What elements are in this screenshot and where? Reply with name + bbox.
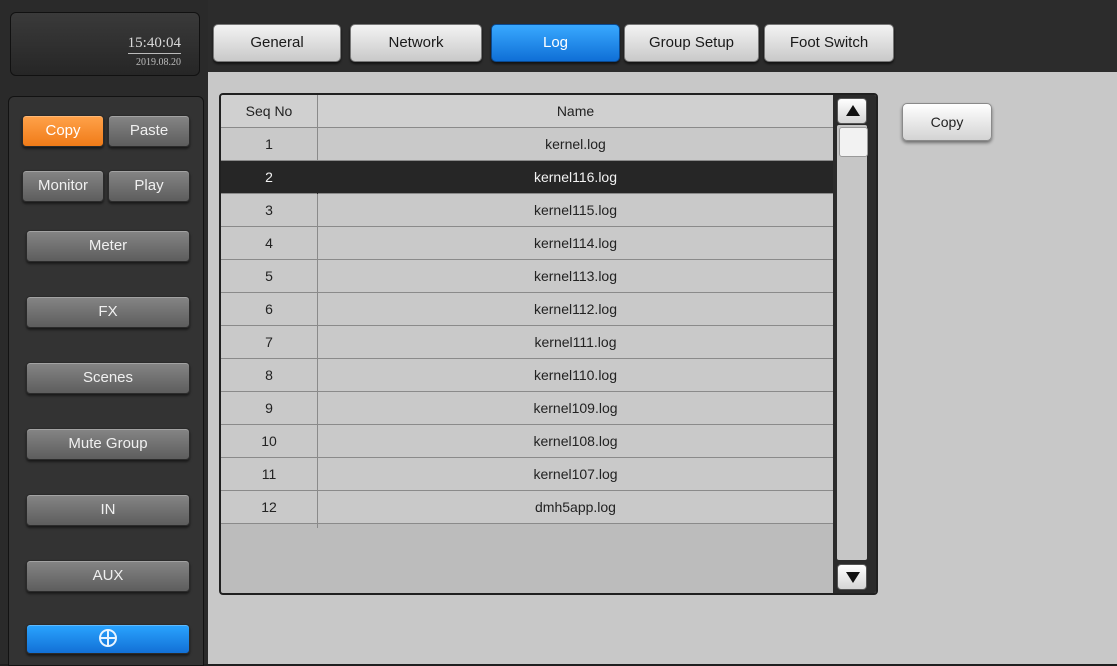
cell-seq: 12 [261, 499, 277, 515]
vertical-scrollbar[interactable] [833, 95, 876, 593]
cell-name: dmh5app.log [535, 499, 616, 515]
sidebar-paste-button[interactable]: Paste [108, 115, 190, 147]
home-button[interactable] [26, 624, 190, 654]
sidebar-play-button[interactable]: Play [108, 170, 190, 202]
clock-date: 2019.08.20 [136, 57, 181, 68]
sidebar-monitor-button[interactable]: Monitor [22, 170, 104, 202]
sidebar-fx-button[interactable]: FX [26, 296, 190, 328]
tab-bar: General Network Log Group Setup Foot Swi… [208, 0, 1117, 72]
tab-group-setup[interactable]: Group Setup [624, 24, 759, 62]
cell-seq: 7 [265, 334, 273, 350]
cell-name: kernel113.log [533, 268, 618, 284]
table-row[interactable]: 7 kernel111.log [221, 326, 833, 359]
cell-name: kernel112.log [533, 301, 618, 317]
cell-seq: 9 [265, 400, 273, 416]
main-content: Seq No Name 1 kernel.log 2 kernel116.log… [208, 72, 1117, 664]
cell-name: kernel116.log [533, 169, 618, 185]
table-row[interactable]: 10 kernel108.log [221, 425, 833, 458]
clock-display: 15:40:04 2019.08.20 [10, 12, 200, 76]
sidebar-copy-button[interactable]: Copy [22, 115, 104, 147]
scroll-thumb[interactable] [839, 127, 868, 157]
arrow-down-icon [846, 572, 860, 583]
sidebar-mute-group-button[interactable]: Mute Group [26, 428, 190, 460]
header-name[interactable]: Name [318, 95, 833, 127]
cell-seq: 1 [265, 136, 273, 152]
scroll-track[interactable] [837, 125, 867, 560]
cell-name: kernel108.log [533, 433, 618, 449]
sidebar: 15:40:04 2019.08.20 Copy Paste Monitor P… [0, 0, 208, 666]
tab-general[interactable]: General [213, 24, 341, 62]
table-row[interactable]: 11 kernel107.log [221, 458, 833, 491]
table-row[interactable]: 12 dmh5app.log [221, 491, 833, 524]
clock-time: 15:40:04 [127, 35, 181, 54]
cell-seq: 8 [265, 367, 273, 383]
cell-name: kernel110.log [533, 367, 618, 383]
copy-log-button[interactable]: Copy [902, 103, 992, 141]
cell-seq: 5 [265, 268, 273, 284]
table-row[interactable]: 3 kernel115.log [221, 194, 833, 227]
cell-seq: 10 [261, 433, 277, 449]
sidebar-meter-button[interactable]: Meter [26, 230, 190, 262]
cell-name: kernel114.log [533, 235, 618, 251]
table-row[interactable]: 1 kernel.log [221, 128, 833, 161]
cell-name: kernel111.log [534, 334, 617, 350]
header-seq-no[interactable]: Seq No [221, 95, 317, 127]
table-header: Seq No Name [221, 95, 833, 128]
tab-log[interactable]: Log [491, 24, 620, 62]
cell-name: kernel109.log [533, 400, 618, 416]
table-body: 1 kernel.log 2 kernel116.log 3 kernel115… [221, 128, 833, 524]
cell-seq: 4 [265, 235, 273, 251]
cell-seq: 11 [261, 466, 277, 482]
tab-network[interactable]: Network [350, 24, 482, 62]
tab-foot-switch[interactable]: Foot Switch [764, 24, 894, 62]
table-row-selected[interactable]: 2 kernel116.log [221, 161, 833, 194]
arrow-up-icon [846, 105, 860, 116]
globe-icon [99, 629, 117, 647]
table-row[interactable]: 6 kernel112.log [221, 293, 833, 326]
cell-seq: 2 [265, 169, 273, 185]
log-table: Seq No Name 1 kernel.log 2 kernel116.log… [219, 93, 878, 595]
table-row[interactable]: 9 kernel109.log [221, 392, 833, 425]
sidebar-in-button[interactable]: IN [26, 494, 190, 526]
cell-seq: 6 [265, 301, 273, 317]
table-row[interactable]: 8 kernel110.log [221, 359, 833, 392]
cell-name: kernel107.log [533, 466, 618, 482]
cell-seq: 3 [265, 202, 273, 218]
table-row[interactable]: 4 kernel114.log [221, 227, 833, 260]
cell-name: kernel.log [545, 136, 606, 152]
sidebar-aux-button[interactable]: AUX [26, 560, 190, 592]
scroll-down-button[interactable] [837, 564, 867, 590]
scroll-up-button[interactable] [837, 98, 867, 124]
sidebar-scenes-button[interactable]: Scenes [26, 362, 190, 394]
table-row[interactable]: 5 kernel113.log [221, 260, 833, 293]
cell-name: kernel115.log [533, 202, 618, 218]
